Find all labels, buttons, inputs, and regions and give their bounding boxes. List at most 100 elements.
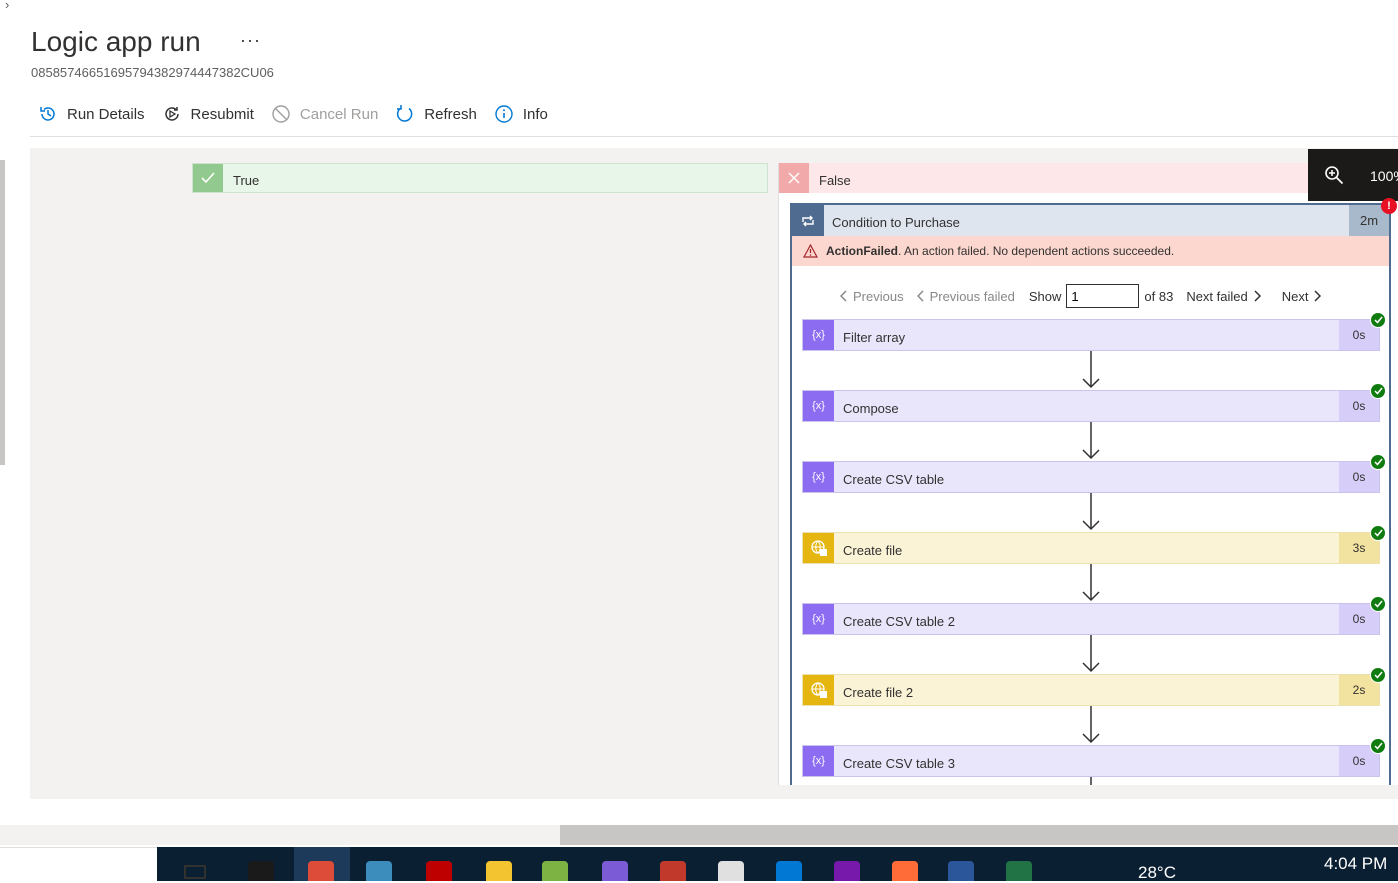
action-card[interactable]: {x} Filter array 0s [802, 319, 1380, 351]
word-icon[interactable] [944, 859, 978, 881]
flow-arrow-icon [1082, 706, 1100, 744]
resubmit-icon [164, 107, 179, 121]
next-button[interactable]: Next [1282, 289, 1322, 304]
left-scrollbar[interactable] [0, 160, 5, 465]
flow-arrow-icon [1082, 493, 1100, 531]
file-connector-icon [803, 533, 834, 563]
cancel-run-button[interactable]: Cancel Run [271, 104, 378, 124]
clock[interactable]: 4:04 PM [1324, 854, 1387, 874]
refresh-button[interactable]: Refresh [395, 104, 477, 124]
success-check-icon [1370, 383, 1386, 399]
ssms-icon[interactable] [656, 859, 690, 881]
success-check-icon [1370, 312, 1386, 328]
checkmark-icon [193, 164, 223, 192]
error-badge-icon: ! [1381, 198, 1397, 214]
variable-icon: {x} [803, 320, 834, 350]
iteration-input[interactable] [1066, 284, 1140, 308]
success-check-icon [1370, 596, 1386, 612]
resubmit-label: Resubmit [190, 105, 254, 123]
vscode-icon[interactable] [772, 859, 806, 881]
show-label: Show [1028, 288, 1062, 304]
previous-button[interactable]: Previous [840, 289, 904, 304]
info-icon [495, 105, 513, 123]
rider-icon[interactable] [244, 859, 278, 881]
expand-chevron-icon[interactable]: › [5, 0, 9, 12]
action-card[interactable]: Create file 3s [802, 532, 1380, 564]
taskbar-search-area[interactable] [0, 847, 157, 881]
action-label: Filter array [843, 330, 906, 345]
previous-failed-label: Previous failed [929, 288, 1015, 304]
action-card[interactable]: {x} Compose 0s [802, 390, 1380, 422]
scope-header[interactable]: Condition to Purchase 2m [792, 205, 1389, 236]
action-label: Create file 2 [843, 685, 914, 700]
cancel-icon [272, 105, 290, 123]
error-text: ActionFailed. An action failed. No depen… [826, 244, 1174, 258]
chevron-right-icon [1314, 290, 1322, 302]
resubmit-button[interactable]: Resubmit [162, 104, 254, 124]
action-card[interactable]: {x} Create CSV table 0s [802, 461, 1380, 493]
success-check-icon [1370, 667, 1386, 683]
false-branch-header[interactable]: False [779, 163, 1398, 193]
filezilla-icon[interactable] [422, 859, 456, 881]
chevron-left-icon [840, 290, 847, 302]
info-label: Info [522, 105, 548, 123]
zoom-in-icon[interactable] [1324, 165, 1344, 185]
warning-icon [803, 244, 818, 258]
flow-arrow-icon [1082, 635, 1100, 673]
run-id: 08585746651695794382974447382CU06 [31, 65, 274, 80]
horizontal-scrollbar-thumb[interactable] [560, 825, 1398, 845]
next-failed-button[interactable]: Next failed [1186, 289, 1261, 304]
iteration-pager: Previous Previous failed Show of 83 Next… [840, 283, 1322, 309]
action-label: Create file [843, 543, 903, 558]
variable-icon: {x} [803, 746, 834, 776]
error-title: ActionFailed [826, 244, 899, 258]
taskbar: 28°C 4:04 PM [0, 847, 1398, 883]
action-card[interactable]: {x} Create CSV table 2 0s [802, 603, 1380, 635]
action-label: Create CSV table 2 [843, 614, 956, 629]
action-label: Create CSV table 3 [843, 756, 956, 771]
success-check-icon [1370, 738, 1386, 754]
chrome-icon[interactable] [304, 859, 338, 881]
toolbar: Run Details Resubmit Cancel Run Refresh … [38, 101, 565, 127]
file-connector-icon [803, 675, 834, 705]
flow-arrow-icon [1090, 777, 1092, 785]
loop-icon [792, 205, 824, 236]
action-card[interactable]: Create file 2 2s [802, 674, 1380, 706]
true-branch-header[interactable]: True [192, 163, 768, 193]
run-details-button[interactable]: Run Details [38, 104, 145, 124]
notepad-plus-plus-icon[interactable] [538, 859, 572, 881]
page-title: Logic app run [31, 26, 201, 57]
true-branch-label: True [233, 173, 260, 188]
variable-icon: {x} [803, 604, 834, 634]
error-message: . An action failed. No dependent actions… [898, 244, 1175, 258]
excel-icon[interactable] [1002, 859, 1036, 881]
postman-icon[interactable] [888, 859, 922, 881]
close-icon [779, 163, 809, 193]
info-button[interactable]: Info [494, 104, 548, 124]
run-details-label: Run Details [67, 105, 145, 123]
chevron-right-icon [1254, 290, 1261, 302]
bitwarden-icon[interactable] [598, 859, 632, 881]
more-options-button[interactable]: ··· [240, 30, 261, 51]
flow-arrow-icon [1082, 422, 1100, 460]
false-branch-label: False [819, 173, 851, 188]
slack-icon[interactable] [714, 859, 748, 881]
variable-icon: {x} [803, 462, 834, 492]
task-view-icon[interactable] [180, 859, 214, 881]
action-card[interactable]: {x} Create CSV table 3 0s [802, 745, 1380, 777]
cancel-run-label: Cancel Run [299, 105, 379, 123]
previous-failed-button[interactable]: Previous failed [916, 288, 1015, 304]
onenote-icon[interactable] [830, 859, 864, 881]
toolbar-divider [30, 136, 1398, 137]
weather-temp[interactable]: 28°C [1138, 863, 1176, 883]
azure-data-studio-icon[interactable] [362, 859, 396, 881]
chevron-left-icon [916, 290, 924, 302]
flow-arrow-icon [1082, 564, 1100, 602]
previous-label: Previous [853, 288, 904, 304]
file-explorer-icon[interactable] [482, 859, 516, 881]
variable-icon: {x} [803, 391, 834, 421]
refresh-label: Refresh [424, 105, 477, 123]
zoom-control[interactable]: 100% [1308, 149, 1398, 201]
success-check-icon [1370, 454, 1386, 470]
refresh-icon [397, 105, 413, 122]
